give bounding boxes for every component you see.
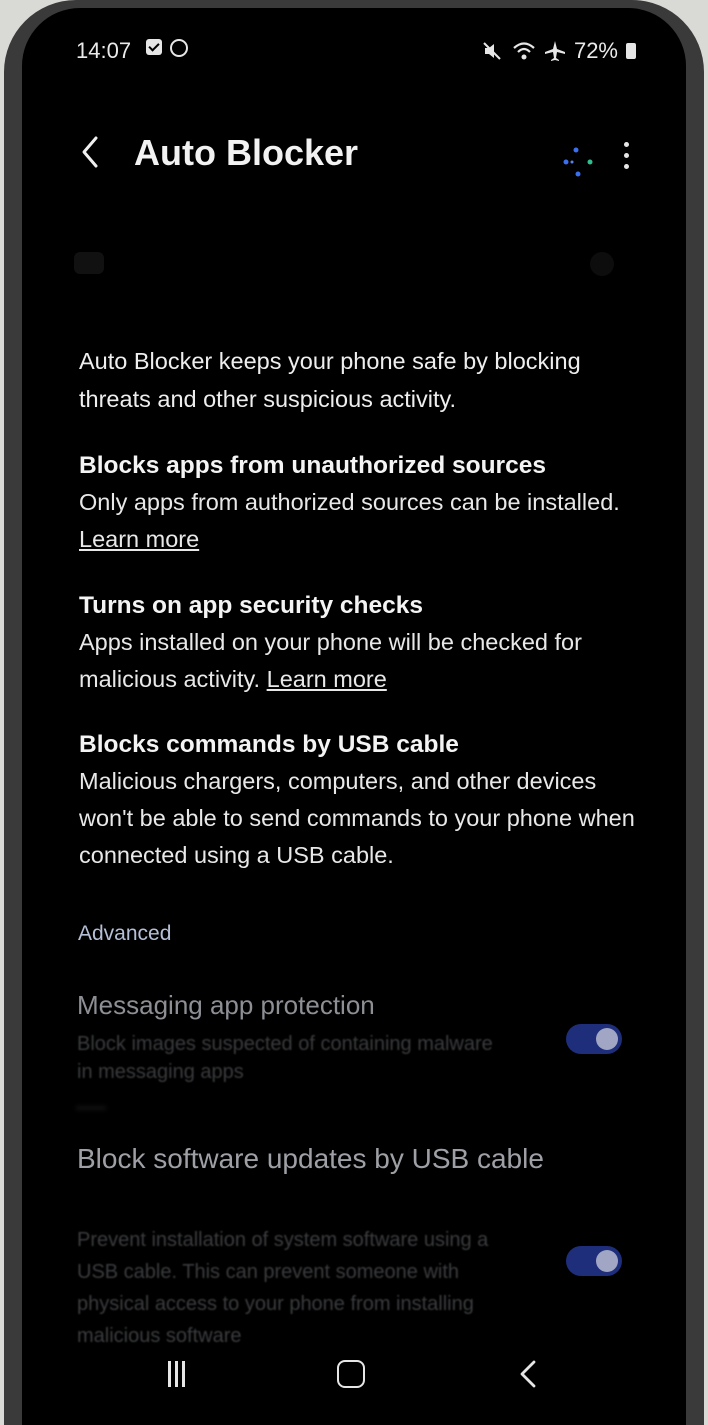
back-icon bbox=[520, 1360, 536, 1388]
bar bbox=[181, 1361, 185, 1387]
section-body: Only apps from authorized sources can be… bbox=[79, 484, 654, 558]
screen: 14:07 72% Auto Blocker Auto Blocker keep… bbox=[22, 8, 686, 1425]
status-time: 14:07 bbox=[76, 38, 132, 63]
setting-subtitle: Prevent installation of system software … bbox=[77, 1229, 489, 1347]
section-body: Apps installed on your phone will be che… bbox=[79, 624, 654, 698]
airplane-icon bbox=[544, 41, 565, 61]
setting-title: Messaging app protection bbox=[77, 990, 375, 1020]
faded-header-row bbox=[74, 248, 614, 278]
menu-dot bbox=[623, 152, 629, 158]
setting-title: Block software updates by USB cable bbox=[77, 1143, 544, 1174]
section-title: Turns on app security checks bbox=[79, 592, 424, 619]
setting-subtitle: Block images suspected of containing mal… bbox=[77, 1033, 493, 1083]
learn-more-link[interactable]: Learn more bbox=[267, 666, 387, 692]
page-title: Auto Blocker bbox=[134, 132, 359, 173]
recents-icon bbox=[167, 1361, 185, 1387]
menu-dot bbox=[623, 163, 629, 169]
nav-back-button[interactable] bbox=[512, 1348, 546, 1400]
status-system-icons: 72% bbox=[482, 38, 636, 64]
chevron-left-icon bbox=[82, 136, 98, 168]
intro-text: Auto Blocker keeps your phone safe by bl… bbox=[79, 348, 581, 412]
image-notification-icon bbox=[146, 39, 162, 55]
section-body: Malicious chargers, computers, and other… bbox=[79, 768, 635, 868]
toggle-knob bbox=[596, 1028, 618, 1050]
toggle-knob bbox=[596, 1250, 618, 1272]
home-icon bbox=[337, 1360, 365, 1388]
back-button[interactable] bbox=[72, 120, 110, 184]
mute-icon bbox=[483, 42, 501, 60]
faded-shape bbox=[590, 252, 614, 276]
battery-percentage: 72% bbox=[573, 38, 618, 63]
section-title: Blocks apps from unauthorized sources bbox=[79, 452, 546, 479]
messaging-app-protection-row[interactable]: Messaging app protection Block images su… bbox=[73, 990, 633, 1084]
learn-more-link[interactable]: Learn more bbox=[79, 526, 199, 552]
more-options-button[interactable] bbox=[612, 120, 640, 190]
home-button[interactable] bbox=[328, 1348, 374, 1400]
assistant-dots-icon bbox=[560, 142, 600, 182]
bar bbox=[167, 1361, 171, 1387]
bar bbox=[174, 1361, 178, 1387]
circle-notification-icon bbox=[170, 39, 188, 57]
faded-shape bbox=[74, 252, 104, 274]
block-usb-updates-toggle[interactable] bbox=[566, 1246, 622, 1276]
feature-section: Turns on app security checks Apps instal… bbox=[79, 588, 654, 698]
device-frame: 14:07 72% Auto Blocker Auto Blocker keep… bbox=[4, 0, 704, 1425]
more-vertical-icon bbox=[623, 141, 629, 147]
messaging-protection-toggle[interactable] bbox=[566, 1024, 622, 1054]
feature-section: Blocks apps from unauthorized sources On… bbox=[79, 448, 654, 558]
status-notification-icons bbox=[146, 39, 188, 57]
advanced-section-label: Advanced bbox=[78, 922, 172, 945]
section-body-text: Only apps from authorized sources can be… bbox=[79, 489, 620, 515]
battery-icon bbox=[626, 43, 636, 59]
divider bbox=[76, 1106, 106, 1110]
wifi-icon bbox=[513, 42, 535, 60]
feature-section: Blocks commands by USB cable Malicious c… bbox=[79, 727, 654, 874]
section-title: Blocks commands by USB cable bbox=[79, 731, 459, 758]
block-usb-updates-row[interactable]: Block software updates by USB cable Prev… bbox=[73, 1138, 633, 1348]
recents-button[interactable] bbox=[160, 1348, 192, 1400]
